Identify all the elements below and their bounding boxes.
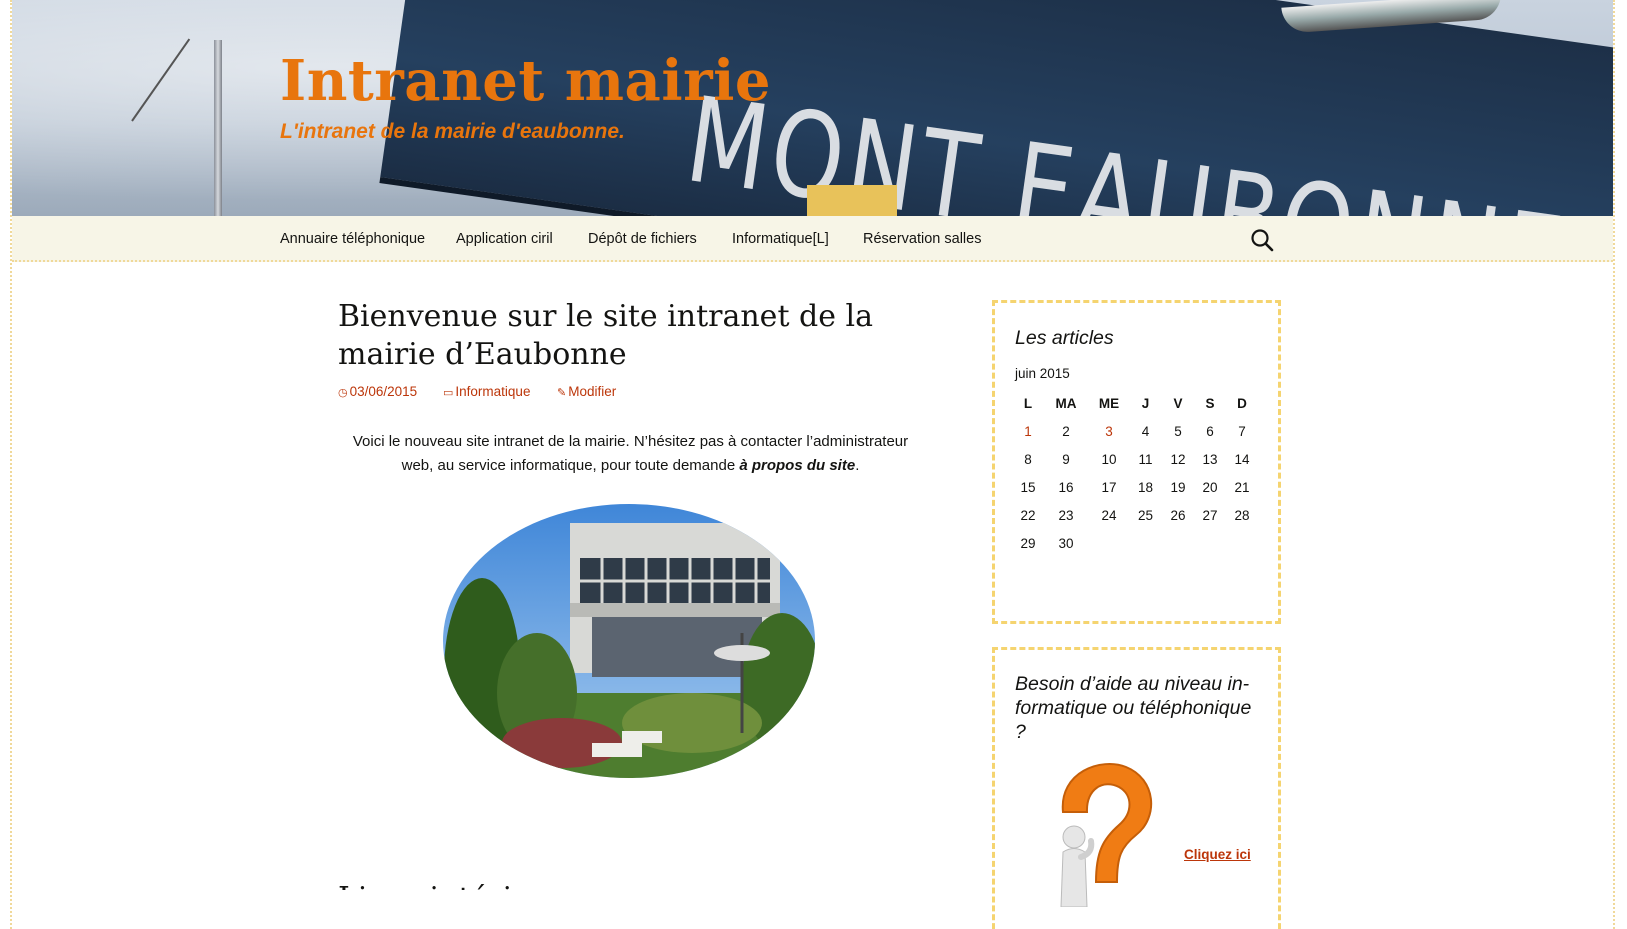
- page: MONT EAUBONNE Intranet mairie L'intranet…: [10, 0, 1615, 929]
- calendar-table: L MA ME J V S D 1 2 3 4 5 6 7 8 9 10 11 …: [1013, 389, 1258, 557]
- calendar-day: 21: [1234, 479, 1250, 495]
- search-icon[interactable]: [1248, 226, 1276, 254]
- calendar-caption: juin 2015: [1015, 366, 1070, 381]
- calendar-day: 13: [1202, 451, 1218, 467]
- calendar-day: 7: [1238, 423, 1246, 439]
- calendar-day: 24: [1101, 507, 1117, 523]
- site-description: L'intranet de la mairie d'eaubonne.: [280, 120, 625, 143]
- calendar-day-link[interactable]: 1: [1013, 417, 1043, 445]
- nav-item-reservation-salles[interactable]: Réservation salles: [863, 231, 981, 247]
- calendar-widget-title: Les articles: [1015, 327, 1114, 349]
- post-date: 03/06/2015: [349, 384, 418, 399]
- next-section-title: Liens intérieurs: [338, 881, 579, 916]
- main-navigation: Annuaire téléphonique Application ciril …: [12, 216, 1613, 262]
- help-widget: Besoin d’aide au niveau in-formatique ou…: [992, 647, 1281, 929]
- calendar-day: 23: [1058, 507, 1074, 523]
- post-title[interactable]: Bienvenue sur le site intranet de la mai…: [338, 298, 878, 374]
- post-edit-link[interactable]: ✎ Modifier: [557, 384, 616, 399]
- post-date-link[interactable]: ◷ 03/06/2015: [338, 384, 417, 399]
- calendar-day: 2: [1062, 423, 1070, 439]
- about-site-link[interactable]: à propos du site: [739, 457, 855, 474]
- calendar-day: 9: [1062, 451, 1070, 467]
- calendar-day-empty: [1226, 529, 1258, 557]
- post-category: Informatique: [455, 384, 531, 399]
- calendar-day: 8: [1024, 451, 1032, 467]
- calendar-day: 25: [1137, 507, 1154, 523]
- calendar-header: MA: [1055, 395, 1077, 411]
- calendar-day: 20: [1202, 479, 1218, 495]
- calendar-day: 4: [1141, 423, 1150, 439]
- calendar-day-empty: [1194, 529, 1226, 557]
- nav-item-informatique[interactable]: Informatique[L]: [732, 231, 829, 247]
- mairie-building-photo: [442, 503, 816, 779]
- question-mark-icon: [1041, 757, 1161, 908]
- calendar-day: 26: [1170, 507, 1186, 523]
- post-content: Voici le nouveau site intranet de la mai…: [338, 430, 923, 478]
- calendar-header: D: [1237, 395, 1247, 411]
- calendar-day-link[interactable]: 3: [1089, 417, 1129, 445]
- calendar-day: 22: [1020, 507, 1036, 523]
- calendar-day: 19: [1170, 479, 1186, 495]
- calendar-day: 18: [1137, 479, 1154, 495]
- calendar-day: 17: [1101, 479, 1117, 495]
- calendar-day: 5: [1174, 423, 1182, 439]
- calendar-day: 29: [1020, 535, 1036, 551]
- calendar-header: ME: [1098, 395, 1120, 411]
- calendar-day-empty: [1129, 529, 1162, 557]
- post-body-end: .: [855, 457, 860, 474]
- folder-icon: ▭: [443, 387, 454, 399]
- calendar-day: 28: [1234, 507, 1250, 523]
- post-edit-label: Modifier: [568, 384, 617, 399]
- help-link[interactable]: Cliquez ici: [1184, 847, 1251, 862]
- calendar-day: 12: [1170, 451, 1186, 467]
- calendar-day-empty: [1162, 529, 1194, 557]
- pole-decoration: [214, 40, 222, 224]
- calendar-header: V: [1173, 395, 1183, 411]
- calendar-day: 15: [1020, 479, 1036, 495]
- site-title[interactable]: Intranet mairie: [280, 48, 771, 114]
- calendar-header: L: [1023, 395, 1033, 411]
- calendar-day: 10: [1101, 451, 1117, 467]
- calendar-day: 16: [1058, 479, 1074, 495]
- calendar-day: 27: [1202, 507, 1218, 523]
- nav-item-annuaire[interactable]: Annuaire téléphonique: [280, 231, 425, 247]
- site-header[interactable]: MONT EAUBONNE Intranet mairie L'intranet…: [12, 0, 1613, 224]
- calendar-day: 11: [1138, 451, 1153, 467]
- calendar-widget: Les articles juin 2015 L MA ME J V S D 1…: [992, 300, 1281, 624]
- post-category-link[interactable]: ▭ Informatique: [443, 384, 530, 399]
- pencil-icon: ✎: [557, 387, 567, 399]
- nav-item-depot-fichiers[interactable]: Dépôt de fichiers: [588, 231, 697, 247]
- calendar-day: 30: [1058, 535, 1074, 551]
- calendar-header: J: [1141, 395, 1150, 411]
- calendar-header: S: [1205, 395, 1215, 411]
- calendar-day: 6: [1206, 423, 1214, 439]
- clock-icon: ◷: [338, 387, 348, 399]
- calendar-day: 14: [1234, 451, 1250, 467]
- help-widget-title: Besoin d’aide au niveau in-formatique ou…: [1015, 673, 1252, 743]
- calendar-day-empty: [1089, 529, 1129, 557]
- nav-item-application-ciril[interactable]: Application ciril: [456, 231, 553, 247]
